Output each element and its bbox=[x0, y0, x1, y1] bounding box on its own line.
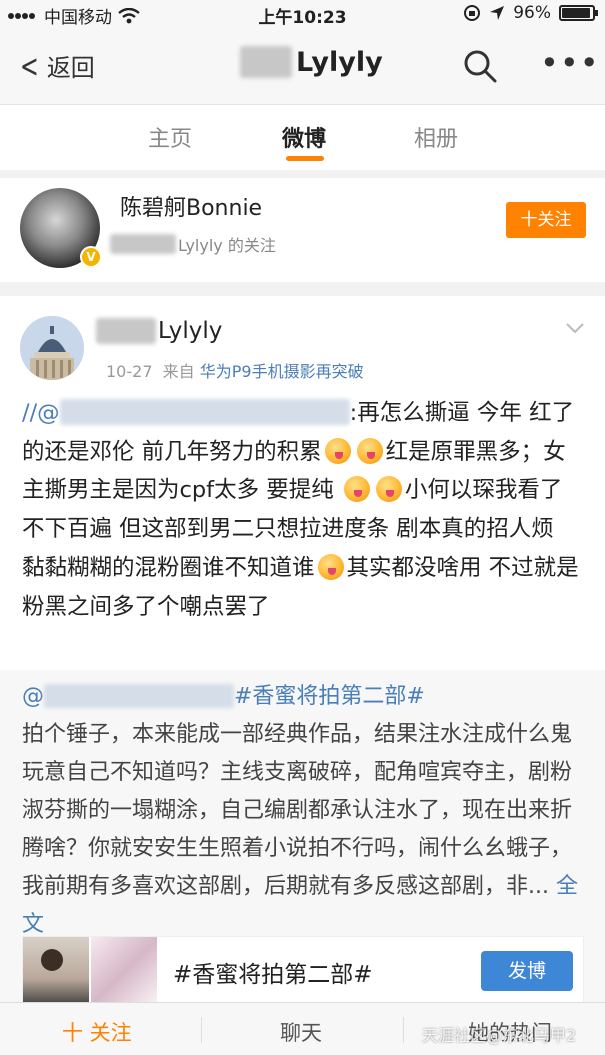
search-icon[interactable] bbox=[462, 48, 498, 84]
lock-rotation-icon bbox=[464, 5, 481, 21]
watermark: 天涯社区@东北马甲2 bbox=[422, 1026, 577, 1045]
verified-badge-icon: V bbox=[80, 246, 102, 268]
page-title: Lylyly bbox=[240, 46, 383, 78]
follow-subtitle: Lylyly 的关注 bbox=[110, 232, 276, 256]
back-button[interactable]: < 返回 bbox=[16, 48, 95, 83]
blurred-name bbox=[96, 318, 156, 344]
post-author-name-text: Lylyly bbox=[158, 318, 223, 344]
topic-card-title: #香蜜将拍第二部# bbox=[173, 962, 373, 988]
yummy-emoji-icon bbox=[356, 437, 383, 464]
follow-button[interactable]: 十关注 bbox=[506, 202, 586, 238]
more-icon[interactable]: ••• bbox=[540, 44, 600, 82]
back-label: 返回 bbox=[46, 54, 95, 82]
post-card: Lylyly 10-27 来自 华为P9手机摄影再突破 //@ :再怎么撕逼 今年… bbox=[0, 296, 605, 1031]
post-author-name[interactable]: Lylyly bbox=[96, 318, 222, 344]
post-meta: 10-27 来自 华为P9手机摄影再突破 bbox=[106, 358, 364, 382]
post-mention-prefix[interactable]: //@ bbox=[22, 400, 60, 426]
follow-user-name[interactable]: 陈碧舸Bonnie bbox=[120, 190, 262, 222]
blurred-mention bbox=[44, 684, 234, 708]
post-date: 10-27 bbox=[106, 362, 153, 381]
post-author-avatar[interactable] bbox=[20, 316, 84, 380]
post-text-line1: :再怎么撕逼 今年 bbox=[349, 400, 522, 426]
active-tab-indicator bbox=[286, 156, 324, 161]
repost-text: @ #香蜜将拍第二部# 拍个锤子，本来能成一部经典作品，结果注水注成什么鬼玩意自己… bbox=[22, 678, 578, 944]
post-topic-button[interactable]: 发博 bbox=[481, 951, 573, 991]
repost-topic[interactable]: #香蜜将拍第二部# bbox=[234, 684, 425, 709]
chevron-down-icon[interactable] bbox=[566, 322, 584, 334]
battery-percent: 96% bbox=[513, 3, 551, 23]
follow-subtitle-text: Lylyly 的关注 bbox=[178, 236, 276, 255]
battery-icon bbox=[559, 5, 598, 21]
tab-weibo[interactable]: 微博 bbox=[282, 121, 326, 153]
yummy-emoji-icon bbox=[317, 553, 344, 580]
repost-body: 拍个锤子，本来能成一部经典作品，结果注水注成什么鬼玩意自己不知道吗？主线支离破碎… bbox=[22, 722, 573, 899]
topic-thumbnail bbox=[91, 937, 157, 1007]
repost-mention-prefix[interactable]: @ bbox=[22, 684, 44, 709]
divider bbox=[201, 1017, 202, 1043]
yummy-emoji-icon bbox=[375, 476, 402, 503]
chat-button[interactable]: 聊天 bbox=[280, 1017, 322, 1047]
repost-box[interactable]: @ #香蜜将拍第二部# 拍个锤子，本来能成一部经典作品，结果注水注成什么鬼玩意自己… bbox=[0, 670, 605, 1031]
nav-bar: < 返回 Lylyly ••• bbox=[0, 28, 605, 104]
divider bbox=[403, 1017, 404, 1043]
blurred-name bbox=[240, 46, 292, 78]
tab-home[interactable]: 主页 bbox=[148, 121, 192, 153]
page-title-text: Lylyly bbox=[296, 46, 383, 78]
yummy-emoji-icon bbox=[343, 476, 370, 503]
tab-album[interactable]: 相册 bbox=[414, 121, 458, 153]
post-source[interactable]: 华为P9手机摄影再突破 bbox=[200, 362, 364, 381]
location-icon bbox=[490, 6, 505, 20]
status-right: 96% bbox=[463, 3, 598, 23]
bottom-follow-button[interactable]: 十 关注 bbox=[62, 1017, 132, 1047]
post-text: //@:再怎么撕逼 今年 红了的还是邓伦 前几年努力的积累 红是原罪黑多；女主撕男… bbox=[22, 394, 582, 626]
follow-card: V 陈碧舸Bonnie Lylyly 的关注 十关注 bbox=[0, 178, 605, 282]
yummy-emoji-icon bbox=[324, 437, 351, 464]
blurred-mention bbox=[59, 399, 350, 425]
status-bar: 中国移动 上午10:23 96% bbox=[0, 0, 605, 28]
topic-thumbnail bbox=[23, 937, 89, 1007]
blurred-name bbox=[110, 234, 176, 254]
back-chevron-icon: < bbox=[20, 46, 39, 85]
dome-building-icon bbox=[20, 316, 84, 380]
post-source-prefix: 来自 bbox=[162, 362, 195, 381]
